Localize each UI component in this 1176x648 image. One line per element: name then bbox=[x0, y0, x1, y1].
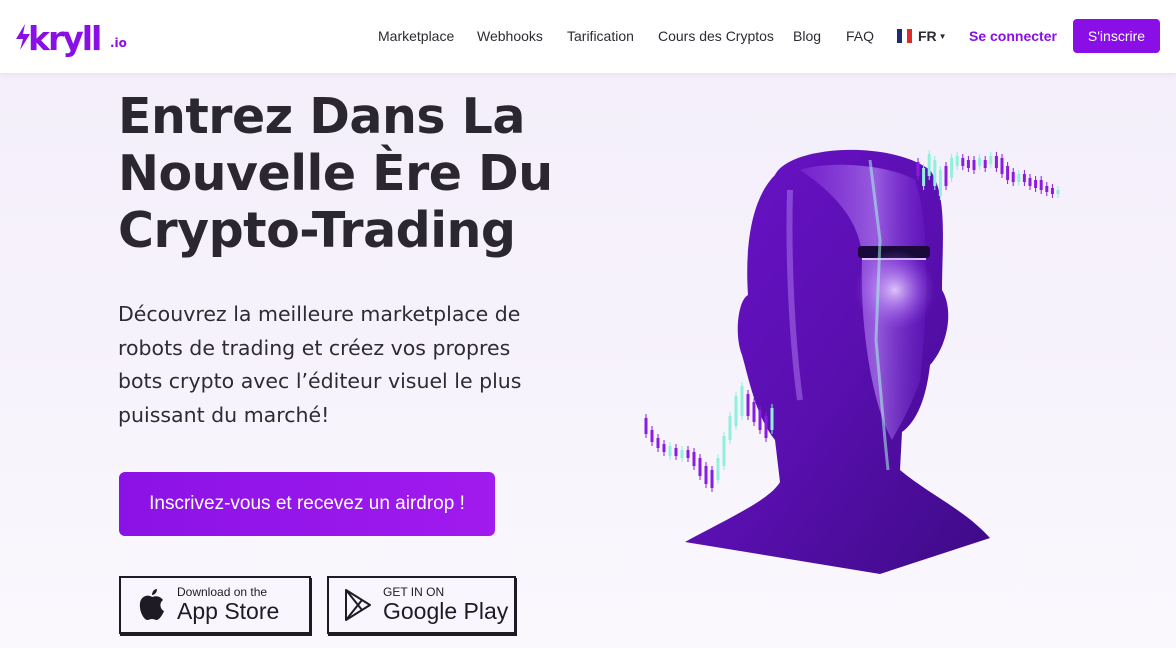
candle-body bbox=[961, 158, 965, 166]
candle-body bbox=[668, 446, 672, 456]
candle-body bbox=[950, 158, 954, 178]
candle-body bbox=[680, 450, 684, 458]
candle-body bbox=[1045, 186, 1049, 192]
candle-body bbox=[704, 466, 708, 484]
logo-tld: .io bbox=[110, 36, 127, 50]
nav-link-cours-des-cryptos[interactable]: Cours des Cryptos bbox=[658, 26, 774, 46]
candle-body bbox=[1022, 174, 1026, 182]
candle-body bbox=[644, 418, 648, 434]
kryll-logo[interactable]: kryll .io bbox=[12, 14, 132, 56]
language-code: FR bbox=[918, 28, 937, 44]
candle-body bbox=[972, 160, 976, 170]
candle-body bbox=[692, 452, 696, 466]
app-store-label: App Store bbox=[177, 598, 280, 624]
google-play-icon bbox=[345, 589, 371, 621]
candle-body bbox=[983, 160, 987, 168]
candles-bottom bbox=[644, 382, 774, 492]
google-play-label: Google Play bbox=[383, 598, 509, 624]
candle-body bbox=[1011, 172, 1015, 182]
app-store-button[interactable]: Download on the App Store bbox=[119, 576, 311, 634]
hero-title-line-2: Nouvelle Ère Du bbox=[118, 145, 553, 202]
candle-body bbox=[764, 416, 768, 438]
candle-body bbox=[1006, 166, 1010, 180]
candle-body bbox=[916, 162, 920, 176]
head-silhouette bbox=[685, 149, 990, 574]
candle-body bbox=[955, 156, 959, 166]
candle-body bbox=[746, 394, 750, 416]
candle-body bbox=[1034, 180, 1038, 188]
candle-body bbox=[944, 166, 948, 186]
nav-link-faq[interactable]: FAQ bbox=[846, 26, 874, 46]
nav-link-marketplace[interactable]: Marketplace bbox=[378, 26, 454, 46]
candle-body bbox=[662, 444, 666, 452]
airdrop-signup-button[interactable]: Inscrivez-vous et recevez un airdrop ! bbox=[119, 472, 495, 536]
candle-body bbox=[1056, 190, 1060, 194]
candle-body bbox=[686, 450, 690, 458]
candle-body bbox=[698, 458, 702, 476]
nav-link-tarification[interactable]: Tarification bbox=[567, 26, 634, 46]
candle-body bbox=[989, 156, 993, 164]
candle-body bbox=[752, 402, 756, 422]
candle-body bbox=[1028, 178, 1032, 186]
candle-body bbox=[1039, 180, 1043, 190]
robot-head-illustration bbox=[644, 149, 1060, 574]
hero-subtitle: Découvrez la meilleure marketplace de ro… bbox=[118, 302, 522, 427]
candle-body bbox=[674, 448, 678, 456]
signup-button[interactable]: S'inscrire bbox=[1073, 19, 1160, 53]
candle-body bbox=[933, 160, 937, 186]
candle-body bbox=[722, 436, 726, 466]
login-link[interactable]: Se connecter bbox=[969, 26, 1057, 46]
candle-body bbox=[770, 408, 774, 430]
hero-title-line-3: Crypto-Trading bbox=[118, 202, 516, 259]
logo-wordmark: kryll bbox=[28, 19, 102, 58]
face-glow bbox=[855, 250, 935, 330]
candle-body bbox=[656, 438, 660, 448]
candle-body bbox=[716, 458, 720, 480]
france-flag-icon bbox=[897, 29, 912, 43]
candle-body bbox=[966, 160, 970, 168]
candle-body bbox=[650, 430, 654, 442]
candle-body bbox=[1017, 174, 1021, 182]
candle-body bbox=[728, 416, 732, 440]
navbar: kryll .io Marketplace Webhooks Tarificat… bbox=[0, 0, 1176, 73]
hero-title: Entrez Dans La Nouvelle Ère Du Crypto-Tr… bbox=[118, 88, 598, 259]
nav-link-webhooks[interactable]: Webhooks bbox=[477, 26, 543, 46]
candle-body bbox=[1050, 188, 1054, 194]
candle-body bbox=[938, 170, 942, 196]
hero-title-line-1: Entrez Dans La bbox=[118, 88, 525, 145]
caret-down-icon: ▼ bbox=[938, 31, 947, 41]
google-play-button[interactable]: GET IN ON Google Play bbox=[327, 576, 516, 634]
candle-body bbox=[927, 154, 931, 176]
nav-link-blog[interactable]: Blog bbox=[793, 26, 821, 46]
candle-body bbox=[1000, 158, 1004, 174]
candle-body bbox=[994, 156, 998, 168]
candle-body bbox=[758, 410, 762, 430]
candle-body bbox=[734, 396, 738, 426]
language-selector[interactable]: FR ▼ bbox=[897, 26, 947, 46]
apple-icon bbox=[139, 589, 164, 620]
candle-body bbox=[740, 386, 744, 416]
candle-body bbox=[978, 158, 982, 166]
candle-body bbox=[710, 470, 714, 488]
candle-body bbox=[922, 168, 926, 186]
